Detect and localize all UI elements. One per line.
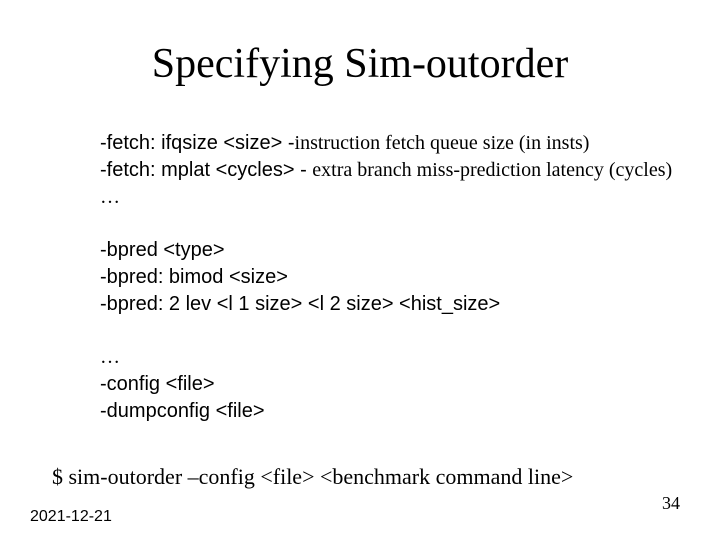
slide-body: -fetch: ifqsize <size> -instruction fetc… — [100, 130, 680, 451]
block-bpred: -bpred <type> -bpred: bimod <size> -bpre… — [100, 237, 680, 318]
block-fetch: -fetch: ifqsize <size> -instruction fetc… — [100, 130, 680, 211]
example-command: $ sim-outorder –config <file> <benchmark… — [52, 464, 573, 490]
line-ellipsis-1: … — [100, 184, 680, 211]
desc-fetch-mplat: extra branch miss-prediction latency (cy… — [312, 159, 672, 181]
page-number: 34 — [662, 493, 680, 514]
desc-fetch-ifqsize: instruction fetch queue size (in insts) — [295, 132, 590, 154]
slide-title: Specifying Sim-outorder — [0, 40, 720, 88]
block-config: … -config <file> -dumpconfig <file> — [100, 344, 680, 425]
line-dumpconfig: -dumpconfig <file> — [100, 398, 680, 425]
line-bpred-2lev: -bpred: 2 lev <l 1 size> <l 2 size> <his… — [100, 291, 680, 318]
opt-fetch-mplat: -fetch: mplat <cycles> - — [100, 159, 312, 181]
line-fetch-ifqsize: -fetch: ifqsize <size> -instruction fetc… — [100, 130, 680, 157]
line-bpred-bimod: -bpred: bimod <size> — [100, 264, 680, 291]
slide: Specifying Sim-outorder -fetch: ifqsize … — [0, 0, 720, 540]
line-config: -config <file> — [100, 371, 680, 398]
line-ellipsis-2: … — [100, 344, 680, 371]
footer-date: 2021-12-21 — [30, 508, 112, 526]
line-bpred-type: -bpred <type> — [100, 237, 680, 264]
line-fetch-mplat: -fetch: mplat <cycles> - extra branch mi… — [100, 157, 680, 184]
opt-fetch-ifqsize: -fetch: ifqsize <size> - — [100, 132, 295, 154]
